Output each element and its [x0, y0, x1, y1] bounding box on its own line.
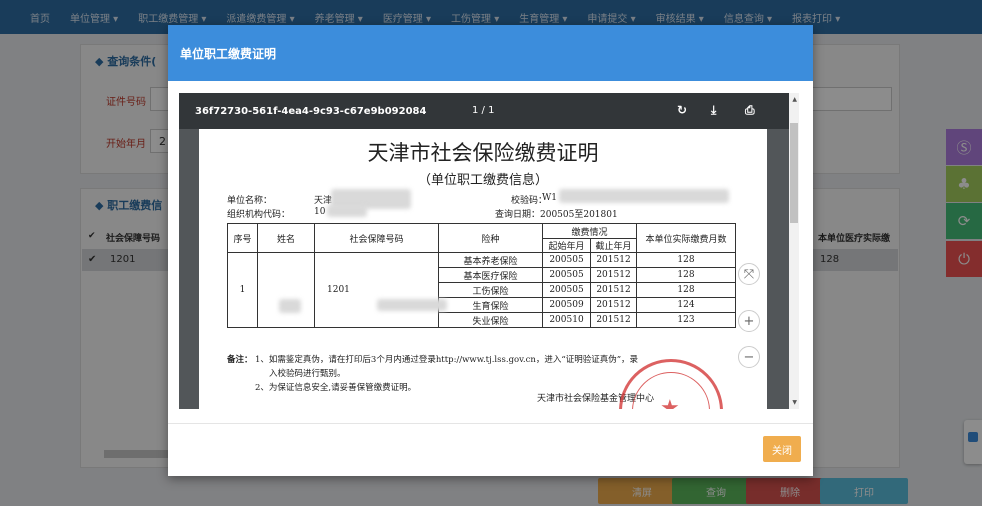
th-start: 起始年月 — [542, 238, 591, 253]
row-insurance: 生育保险 — [438, 297, 543, 313]
remark-line-1b: 入校验码进行甄别。 — [269, 369, 346, 379]
row-insurance: 基本医疗保险 — [438, 267, 543, 283]
th-name: 姓名 — [257, 223, 315, 253]
remark-line-2: 2、为保证信息安全,请妥善保管缴费证明。 — [255, 383, 417, 393]
row-end: 201512 — [590, 297, 637, 313]
th-insurance: 险种 — [438, 223, 543, 253]
row-start: 200509 — [542, 297, 591, 313]
unit-name-label: 单位名称： — [227, 196, 273, 206]
row-start: 200505 — [542, 252, 591, 268]
row-start: 200505 — [542, 282, 591, 298]
row-insurance: 基本养老保险 — [438, 252, 543, 268]
payment-table: 序号 姓名 社会保障号码 险种 缴费情况 本单位实际缴费月数 起始年月 截止年月… — [227, 223, 736, 328]
th-end: 截止年月 — [590, 238, 637, 253]
zoom-out-icon[interactable]: − — [738, 346, 760, 368]
rotate-icon[interactable]: ↻ — [677, 103, 687, 117]
verify-code-value: W1 — [542, 193, 557, 203]
row-months: 124 — [636, 297, 736, 313]
zoom-in-icon[interactable]: + — [738, 310, 760, 332]
scroll-down-icon[interactable]: ▼ — [792, 399, 797, 406]
certificate-page: 天津市社会保险缴费证明 （单位职工缴费信息） 单位名称： 天津 校验码： W1 … — [199, 129, 767, 409]
scroll-up-icon[interactable]: ▲ — [792, 96, 797, 103]
seal-star-icon: ★ — [660, 396, 680, 409]
org-code-value: 10 — [314, 207, 326, 217]
row-months: 128 — [636, 267, 736, 283]
person-seq: 1 — [227, 252, 258, 328]
pdf-toolbar: 36f72730-561f-4ea4-9c93-c67e9b092084 1 /… — [179, 93, 799, 129]
print-icon[interactable]: ⎙ — [745, 103, 755, 118]
redaction-name — [279, 299, 301, 313]
row-end: 201512 — [590, 252, 637, 268]
pdf-doc-id: 36f72730-561f-4ea4-9c93-c67e9b092084 — [195, 105, 427, 117]
th-social-no: 社会保障号码 — [314, 223, 439, 253]
pdf-scrollbar[interactable]: ▲ ▼ — [789, 93, 799, 409]
redaction-verify-code — [559, 189, 729, 203]
remark-label: 备注： — [227, 355, 253, 365]
close-button[interactable]: 关闭 — [763, 436, 801, 462]
redaction-org-code — [327, 205, 367, 217]
pdf-viewer: 36f72730-561f-4ea4-9c93-c67e9b092084 1 /… — [179, 93, 799, 409]
org-code-label: 组织机构代码： — [227, 210, 291, 220]
query-date-value: 200505至201801 — [540, 210, 618, 220]
row-insurance: 失业保险 — [438, 312, 543, 328]
row-months: 128 — [636, 282, 736, 298]
person-social-no: 1201 — [314, 252, 439, 328]
row-start: 200510 — [542, 312, 591, 328]
remark-line-1: 1、如需鉴定真伪，请在打印后3个月内通过登录http://www.tj.lss.… — [255, 355, 639, 365]
th-payment: 缴费情况 — [542, 223, 637, 239]
redaction-social-no — [377, 299, 447, 311]
person-name — [257, 252, 315, 328]
modal-header: 单位职工缴费证明 — [168, 25, 813, 81]
row-end: 201512 — [590, 282, 637, 298]
row-end: 201512 — [590, 267, 637, 283]
modal-title: 单位职工缴费证明 — [180, 47, 277, 61]
query-date-label: 查询日期： — [495, 210, 541, 220]
row-months: 123 — [636, 312, 736, 328]
download-icon[interactable]: ⤓ — [711, 103, 716, 118]
th-months: 本单位实际缴费月数 — [636, 223, 736, 253]
row-end: 201512 — [590, 312, 637, 328]
pdf-page-info: 1 / 1 — [472, 105, 495, 116]
fit-page-icon[interactable]: ⤧ — [738, 263, 760, 285]
th-seq: 序号 — [227, 223, 258, 253]
row-start: 200505 — [542, 267, 591, 283]
doc-subtitle: （单位职工缴费信息） — [417, 173, 548, 188]
row-months: 128 — [636, 252, 736, 268]
certificate-modal: 单位职工缴费证明 36f72730-561f-4ea4-9c93-c67e9b0… — [168, 25, 813, 476]
modal-footer: 关闭 — [168, 423, 813, 476]
doc-title: 天津市社会保险缴费证明 — [367, 141, 599, 165]
scroll-thumb[interactable] — [790, 123, 798, 223]
row-insurance: 工伤保险 — [438, 282, 543, 298]
official-seal: ★ — [619, 359, 723, 409]
